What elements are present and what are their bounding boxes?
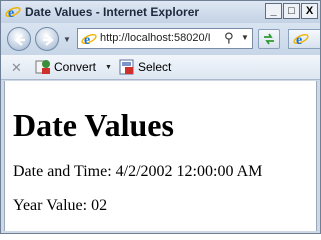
svg-text:e: e <box>296 33 302 47</box>
browser-tab[interactable]: e <box>288 29 320 49</box>
select-button[interactable]: Select <box>119 59 171 75</box>
pdf-select-icon <box>119 59 134 75</box>
minimize-icon: _ <box>270 4 277 17</box>
window-controls: _ □ X <box>265 3 318 19</box>
maximize-button[interactable]: □ <box>283 3 300 19</box>
address-bar[interactable]: e http://localhost:58020/I ⚲ ▼ <box>77 28 253 49</box>
page-favicon-icon: e <box>81 33 97 47</box>
date-time-text: Date and Time: 4/2/2002 12:00:00 AM <box>13 163 263 180</box>
close-icon[interactable]: ✕ <box>11 60 22 76</box>
page-heading: Date Values <box>13 107 174 143</box>
convert-button[interactable]: Convert <box>35 59 96 75</box>
browser-window: e Date Values - Internet Explorer _ □ X … <box>0 0 321 234</box>
refresh-button[interactable] <box>258 29 280 49</box>
year-value-text: Year Value: 02 <box>13 197 108 214</box>
select-label: Select <box>138 60 172 74</box>
page-content: Date Values Date and Time: 4/2/2002 12:0… <box>4 81 317 231</box>
address-dropdown-icon[interactable]: ▼ <box>241 33 249 42</box>
convert-label: Convert <box>54 60 97 74</box>
history-dropdown-icon[interactable]: ▼ <box>63 35 71 44</box>
tab-ie-icon: e <box>293 33 309 47</box>
back-arrow-icon <box>14 34 25 46</box>
forward-button[interactable] <box>35 27 59 51</box>
refresh-icon <box>264 33 274 45</box>
close-button[interactable]: X <box>301 3 318 19</box>
close-icon: X <box>305 4 314 17</box>
navigation-bar: ▼ e http://localhost:58020/I ⚲ ▼ e <box>1 23 320 55</box>
maximize-icon: □ <box>288 4 295 17</box>
svg-text:e: e <box>84 33 90 47</box>
convert-dropdown-icon[interactable]: ▼ <box>105 64 112 71</box>
ie-logo-icon: e <box>5 6 21 20</box>
pdf-convert-icon <box>35 60 50 74</box>
window-title: Date Values - Internet Explorer <box>25 5 200 19</box>
minimize-button[interactable]: _ <box>265 3 282 19</box>
search-icon[interactable]: ⚲ <box>224 30 234 46</box>
title-bar[interactable]: e Date Values - Internet Explorer _ □ X <box>1 1 320 23</box>
svg-text:e: e <box>8 6 14 20</box>
address-url[interactable]: http://localhost:58020/I <box>100 32 220 44</box>
command-bar: ✕ Convert ▼ Select <box>1 55 320 80</box>
forward-arrow-icon <box>43 34 54 46</box>
back-button[interactable] <box>7 27 31 51</box>
